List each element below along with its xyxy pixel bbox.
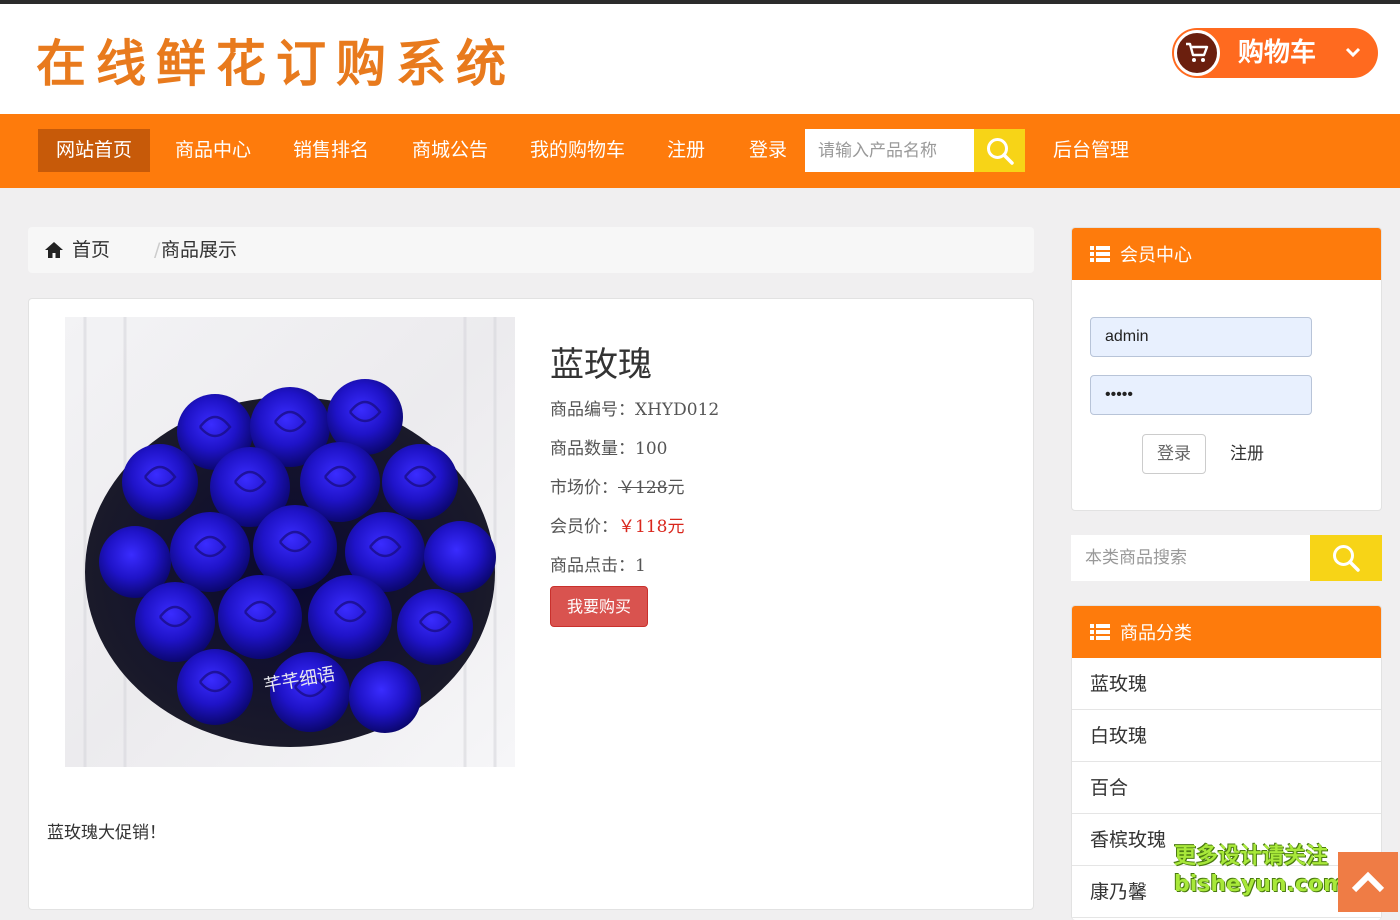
member-price-value: ￥118元 bbox=[618, 517, 685, 537]
category-search-button[interactable] bbox=[1310, 535, 1382, 581]
chevron-down-icon bbox=[1344, 43, 1362, 65]
product-code: 商品编号：XHYD012 bbox=[550, 400, 720, 420]
list-icon bbox=[1090, 246, 1110, 262]
market-price-value: ￥128 bbox=[618, 478, 668, 498]
category-item-blue-rose[interactable]: 蓝玫瑰 bbox=[1072, 658, 1381, 710]
product-clicks: 商品点击：1 bbox=[550, 556, 646, 576]
breadcrumb-home-label: 首页 bbox=[72, 239, 111, 261]
buy-button[interactable]: 我要购买 bbox=[550, 586, 648, 627]
product-market-price-row: 市场价：￥128元 bbox=[550, 473, 684, 498]
product-image[interactable]: 芊芊细语 bbox=[65, 317, 515, 767]
nav-item-my-cart[interactable]: 我的购物车 bbox=[530, 129, 625, 172]
member-price-label: 会员价： bbox=[550, 517, 618, 537]
member-center-header: 会员中心 bbox=[1072, 228, 1381, 280]
nav-item-products[interactable]: 商品中心 bbox=[175, 129, 251, 172]
breadcrumb-separator: / bbox=[154, 239, 161, 261]
product-description: 蓝玫瑰大促销！ bbox=[47, 823, 166, 843]
back-to-top-button[interactable] bbox=[1338, 852, 1398, 912]
watermark-line2: bisheyun.com bbox=[1174, 872, 1347, 897]
market-price-unit: 元 bbox=[667, 478, 685, 498]
site-logo[interactable]: 在线鲜花订购系统 bbox=[36, 34, 516, 94]
watermark-line1: 更多设计请关注 bbox=[1174, 844, 1329, 869]
breadcrumb-current: 商品展示 bbox=[161, 239, 238, 261]
username-input[interactable] bbox=[1090, 317, 1312, 357]
market-price-label: 市场价： bbox=[550, 478, 618, 498]
nav-item-register[interactable]: 注册 bbox=[667, 129, 705, 172]
list-icon bbox=[1090, 624, 1110, 640]
product-detail-card: 芊芊细语 蓝玫瑰 商品编号：XHYD012 商品数量：100 市场价：￥128元… bbox=[28, 298, 1034, 910]
cart-dropdown-button[interactable]: 购物车 bbox=[1172, 28, 1378, 78]
nav-item-admin[interactable]: 后台管理 bbox=[1053, 129, 1129, 172]
nav-item-sales-ranking[interactable]: 销售排名 bbox=[293, 129, 369, 172]
product-member-price-row: 会员价：￥118元 bbox=[550, 512, 684, 537]
breadcrumb-home[interactable]: 首页 bbox=[44, 227, 110, 273]
nav-item-announcements[interactable]: 商城公告 bbox=[412, 129, 488, 172]
search-icon bbox=[1333, 545, 1360, 572]
site-header: 在线鲜花订购系统 购物车 bbox=[0, 4, 1400, 114]
home-icon bbox=[45, 242, 63, 258]
product-quantity: 商品数量：100 bbox=[550, 439, 668, 459]
cart-label: 购物车 bbox=[1238, 38, 1317, 68]
search-icon bbox=[986, 137, 1014, 165]
category-search-input[interactable] bbox=[1071, 535, 1310, 581]
product-search-input[interactable] bbox=[805, 129, 974, 172]
cart-icon bbox=[1174, 30, 1220, 76]
nav-item-home[interactable]: 网站首页 bbox=[38, 129, 151, 172]
product-name: 蓝玫瑰 bbox=[550, 345, 652, 385]
product-search-button[interactable] bbox=[974, 129, 1025, 172]
category-title: 商品分类 bbox=[1120, 623, 1192, 644]
breadcrumb: 首页 / 商品展示 bbox=[28, 227, 1034, 273]
main-nav: 网站首页 商品中心 销售排名 商城公告 我的购物车 注册 登录 后台管理 bbox=[0, 114, 1400, 188]
member-center-title: 会员中心 bbox=[1120, 245, 1192, 266]
nav-item-login[interactable]: 登录 bbox=[749, 129, 787, 172]
login-button[interactable]: 登录 bbox=[1142, 434, 1206, 474]
category-item-white-rose[interactable]: 白玫瑰 bbox=[1072, 710, 1381, 762]
watermark: 更多设计请关注 bisheyun.com bbox=[1174, 843, 1347, 899]
register-link[interactable]: 注册 bbox=[1230, 434, 1264, 474]
category-header: 商品分类 bbox=[1072, 606, 1381, 658]
member-center-panel: 会员中心 登录 注册 bbox=[1071, 227, 1382, 511]
arrow-up-icon bbox=[1351, 871, 1385, 893]
category-item-lily[interactable]: 百合 bbox=[1072, 762, 1381, 814]
password-input[interactable] bbox=[1090, 375, 1312, 415]
